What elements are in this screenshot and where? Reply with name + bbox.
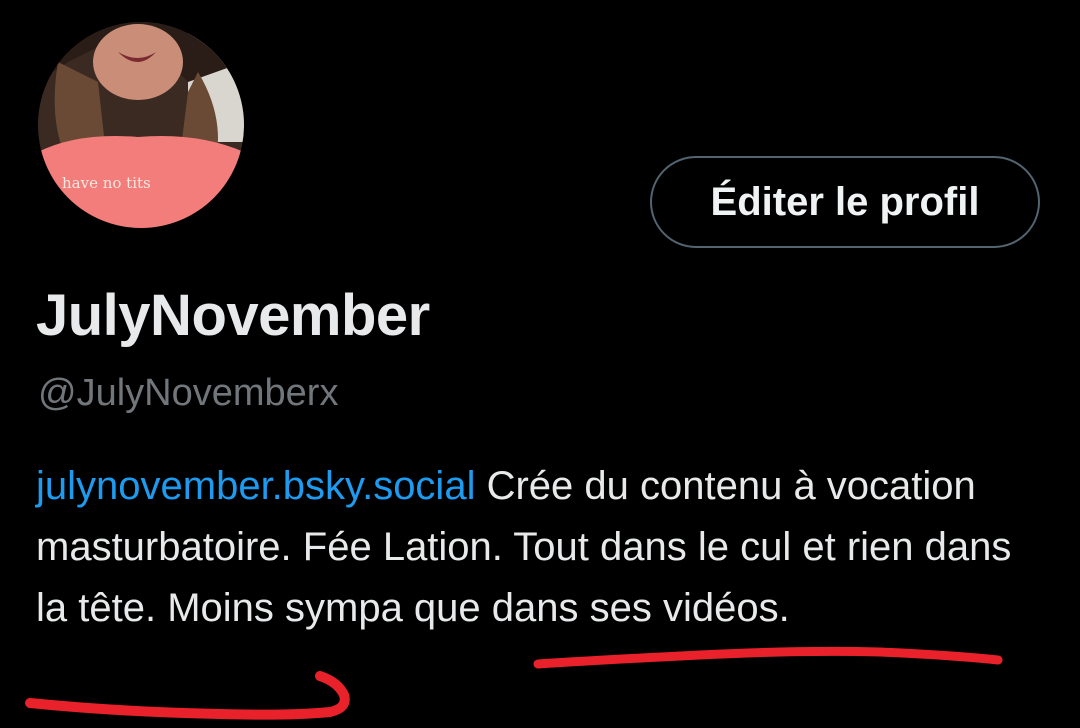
profile-bio: julynovember.bsky.social Crée du contenu… <box>36 456 1046 639</box>
edit-profile-button[interactable]: Éditer le profil <box>650 156 1040 248</box>
profile-handle: @JulyNovemberx <box>38 372 339 414</box>
profile-avatar[interactable]: have no tits <box>38 22 244 228</box>
red-underline-ses-videos <box>25 671 350 720</box>
avatar-image: have no tits <box>38 22 244 228</box>
avatar-shirt-text: have no tits <box>62 174 151 192</box>
red-underline-moins-sympa <box>533 646 1003 669</box>
bio-link[interactable]: julynovember.bsky.social <box>36 464 475 508</box>
display-name: JulyNovember <box>36 283 430 348</box>
